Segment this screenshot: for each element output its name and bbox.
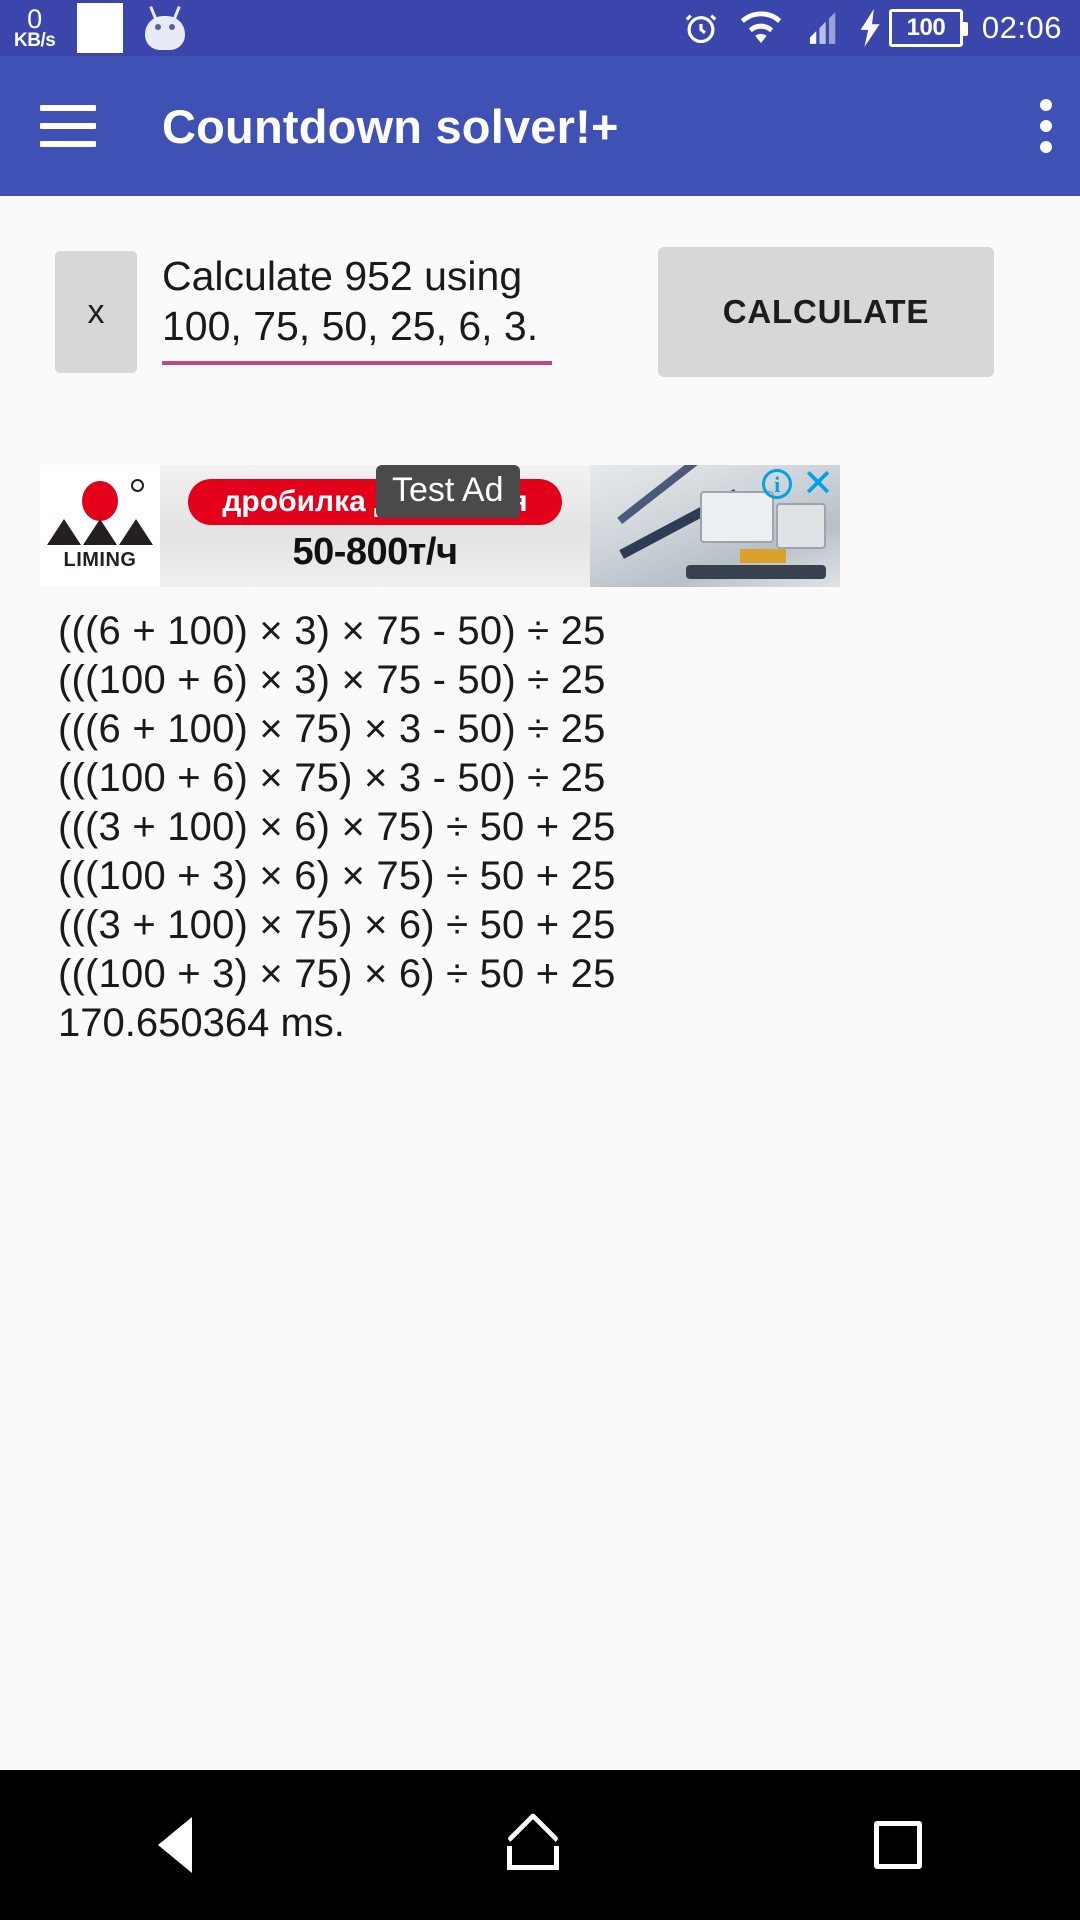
calculation-input-value[interactable]: Calculate 952 using 100, 75, 50, 25, 6, … — [162, 251, 552, 351]
result-line: (((100 + 3) × 6) × 75) ÷ 50 + 25 — [58, 854, 616, 898]
alarm-icon — [685, 14, 717, 44]
result-line: (((6 + 100) × 3) × 75 - 50) ÷ 25 — [58, 609, 606, 653]
result-line: (((100 + 3) × 75) × 6) ÷ 50 + 25 — [58, 952, 616, 996]
android-navigation-bar — [0, 1770, 1080, 1920]
battery-shell: 100 — [888, 9, 968, 47]
calculation-input[interactable]: Calculate 952 using 100, 75, 50, 25, 6, … — [162, 251, 552, 366]
recents-icon[interactable] — [874, 1821, 923, 1869]
results-list: (((6 + 100) × 3) × 75 - 50) ÷ 25 (((100 … — [58, 611, 958, 1043]
ad-close-icon[interactable]: ✕ — [802, 465, 834, 503]
app-bar: Countdown solver!+ — [0, 56, 1080, 196]
result-line: (((100 + 6) × 75) × 3 - 50) ÷ 25 — [58, 756, 606, 800]
logo-circle-icon — [82, 480, 118, 521]
ad-subtext: 50-800т/ч — [292, 530, 458, 573]
calculation-input-row: x Calculate 952 using 100, 75, 50, 25, 6… — [0, 247, 1080, 377]
home-icon[interactable] — [506, 1812, 560, 1870]
battery-level: 100 — [906, 14, 946, 41]
signal-icon — [809, 12, 836, 44]
result-line: (((100 + 6) × 3) × 75 - 50) ÷ 25 — [58, 658, 606, 702]
wifi-icon — [740, 11, 782, 44]
ad-brand-logo: LIMING — [40, 465, 160, 587]
ad-banner[interactable]: LIMING дробилка для камня 50-800т/ч Test… — [40, 465, 840, 587]
ad-brand-name: LIMING — [63, 548, 137, 571]
ad-test-label: Test Ad — [376, 465, 520, 518]
ad-info-icon[interactable]: i — [762, 469, 793, 499]
battery-indicator: 100 — [859, 9, 968, 47]
status-bar-left: 0 KB/s — [14, 3, 186, 53]
result-line: (((3 + 100) × 75) × 6) ÷ 50 + 25 — [58, 903, 616, 947]
network-speed-unit: KB/s — [14, 29, 56, 51]
overflow-menu-icon[interactable] — [1040, 99, 1054, 153]
phone-screen: 0 KB/s 100 02:06 Countdown solver!+ x Ca… — [0, 0, 1080, 1920]
back-icon[interactable] — [157, 1817, 192, 1873]
network-speed-indicator: 0 KB/s — [14, 3, 56, 51]
logo-triangles-icon — [47, 518, 153, 545]
status-bar-right: 100 02:06 — [682, 9, 1062, 47]
status-bar-clock: 02:06 — [981, 10, 1062, 45]
android-head-icon — [145, 5, 186, 50]
ad-copy: дробилка для камня 50-800т/ч — [160, 465, 590, 587]
main-content: x Calculate 952 using 100, 75, 50, 25, 6… — [0, 196, 1080, 1770]
charging-bolt-icon — [860, 9, 880, 47]
white-square-icon — [77, 3, 124, 53]
status-bar: 0 KB/s 100 02:06 — [0, 0, 1080, 56]
result-line: (((6 + 100) × 75) × 3 - 50) ÷ 25 — [58, 707, 606, 751]
clear-input-button[interactable]: x — [55, 251, 137, 373]
calculate-button[interactable]: CALCULATE — [658, 247, 994, 377]
result-line: (((3 + 100) × 6) × 75) ÷ 50 + 25 — [58, 805, 616, 849]
page-title: Countdown solver!+ — [162, 99, 619, 153]
ad-controls: i ✕ — [762, 465, 834, 503]
computation-time: 170.650364 ms. — [58, 1001, 345, 1045]
registered-mark-icon — [131, 479, 144, 492]
hamburger-icon[interactable] — [40, 105, 96, 147]
network-speed-value: 0 — [27, 3, 43, 34]
